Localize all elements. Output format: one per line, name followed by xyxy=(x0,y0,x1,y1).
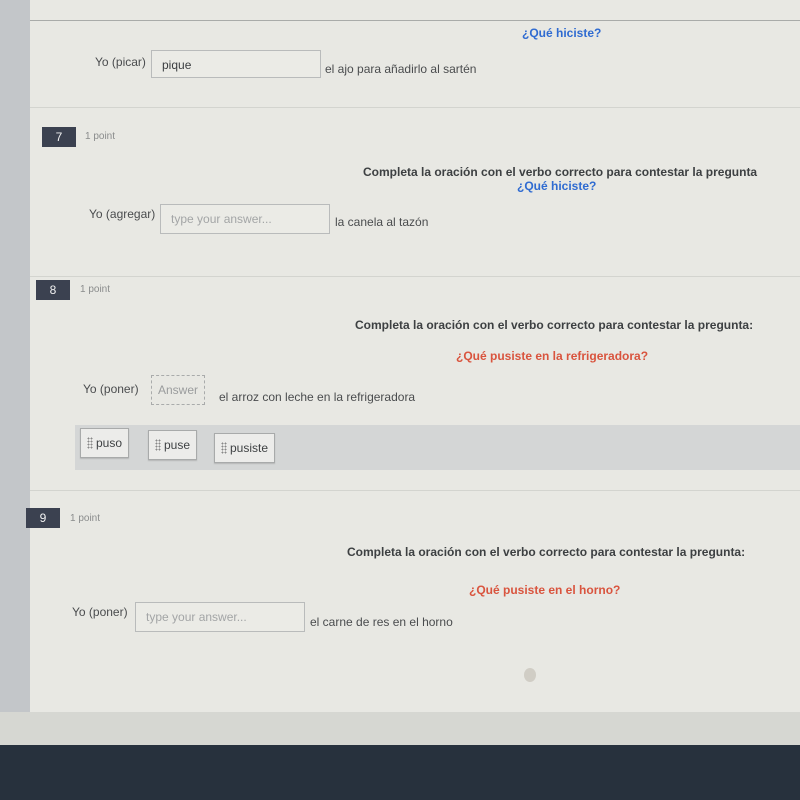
sentence-rest: el ajo para añadirlo al sartén xyxy=(325,62,477,76)
bottom-bar xyxy=(0,745,800,800)
drag-handle-icon[interactable] xyxy=(155,439,161,451)
question-prompt: Completa la oración con el verbo correct… xyxy=(355,318,754,332)
question-number-badge: 9 xyxy=(26,508,60,528)
answer-input[interactable]: type your answer... xyxy=(160,204,330,234)
subject-label: Yo (poner) xyxy=(72,605,128,619)
top-divider xyxy=(30,20,800,21)
subject-label: Yo (agregar) xyxy=(89,207,156,221)
subject-label: Yo (poner) xyxy=(83,382,139,396)
points-label: 1 point xyxy=(70,513,101,524)
subject-label: Yo (picar) xyxy=(95,55,146,69)
choice-label: puso xyxy=(96,436,123,450)
answer-input[interactable]: pique xyxy=(151,50,321,78)
drag-handle-icon[interactable] xyxy=(87,437,93,449)
question-divider xyxy=(30,490,800,491)
choice-chip[interactable]: pusiste xyxy=(214,433,276,463)
question-prompt: Completa la oración con el verbo correct… xyxy=(363,165,758,179)
question-prompt: Completa la oración con el verbo correct… xyxy=(347,545,746,559)
answer-input[interactable]: type your answer... xyxy=(135,602,305,632)
sentence-rest: la canela al tazón xyxy=(335,215,429,229)
sentence-rest: el carne de res en el horno xyxy=(310,615,453,629)
points-label: 1 point xyxy=(80,284,111,295)
answer-dropzone[interactable]: Answer xyxy=(151,375,206,405)
question-text: ¿Qué pusiste en el horno? xyxy=(469,583,621,597)
question-text: ¿Qué pusiste en la refrigeradora? xyxy=(456,349,649,363)
question-text: ¿Qué hiciste? xyxy=(517,179,597,193)
question-number-badge: 8 xyxy=(36,280,70,300)
left-rail xyxy=(0,0,30,745)
choice-label: pusiste xyxy=(230,441,269,455)
sentence-rest: el arroz con leche en la refrigeradora xyxy=(219,390,416,404)
points-label: 1 point xyxy=(85,131,116,142)
question-divider xyxy=(30,276,800,277)
screen-smudge xyxy=(524,668,536,682)
drag-handle-icon[interactable] xyxy=(221,442,227,454)
question-number-badge: 7 xyxy=(42,127,76,147)
choice-label: puse xyxy=(164,438,191,452)
question-text: ¿Qué hiciste? xyxy=(522,26,602,40)
choice-chip[interactable]: puse xyxy=(148,430,198,460)
question-divider xyxy=(30,107,800,108)
page-bottom-margin xyxy=(0,712,800,745)
choice-chip[interactable]: puso xyxy=(80,428,130,458)
